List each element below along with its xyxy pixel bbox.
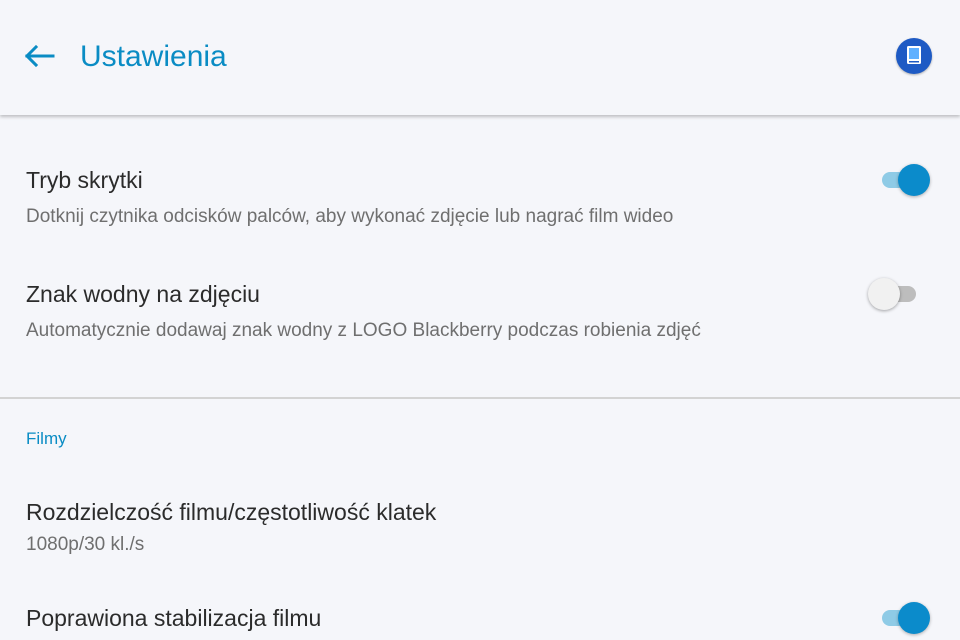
section-header-films: Filmy bbox=[26, 429, 67, 448]
setting-title: Znak wodny na zdjęciu bbox=[26, 281, 260, 307]
setting-title: Tryb skrytki bbox=[26, 167, 143, 193]
hidden-mode-toggle[interactable] bbox=[880, 163, 930, 197]
setting-row-video-resolution[interactable]: Rozdzielczość filmu/częstotliwość klatek… bbox=[0, 477, 960, 567]
setting-row-hidden-mode[interactable]: Tryb skrytki Dotknij czytnika odcisków p… bbox=[0, 145, 960, 245]
blackberry-camera-app-icon[interactable] bbox=[896, 38, 932, 74]
setting-subtitle: Dotknij czytnika odcisków palców, aby wy… bbox=[26, 206, 674, 227]
book-icon bbox=[907, 46, 921, 64]
setting-subtitle: 1080p/30 kl./s bbox=[26, 534, 145, 555]
setting-title: Rozdzielczość filmu/częstotliwość klatek bbox=[26, 499, 437, 525]
settings-list: Tryb skrytki Dotknij czytnika odcisków p… bbox=[0, 115, 960, 640]
setting-subtitle: Automatycznie dodawaj znak wodny z LOGO … bbox=[26, 320, 701, 341]
page-title: Ustawienia bbox=[80, 40, 227, 73]
section-divider bbox=[0, 397, 960, 399]
video-stabilization-toggle[interactable] bbox=[880, 601, 930, 635]
setting-row-video-stabilization[interactable]: Poprawiona stabilizacja filmu bbox=[0, 583, 960, 640]
setting-title: Poprawiona stabilizacja filmu bbox=[26, 605, 322, 631]
setting-row-watermark[interactable]: Znak wodny na zdjęciu Automatycznie doda… bbox=[0, 259, 960, 359]
watermark-toggle[interactable] bbox=[868, 277, 918, 311]
back-button[interactable] bbox=[18, 36, 60, 76]
app-bar: Ustawienia bbox=[0, 0, 960, 115]
arrow-left-icon bbox=[24, 44, 55, 68]
